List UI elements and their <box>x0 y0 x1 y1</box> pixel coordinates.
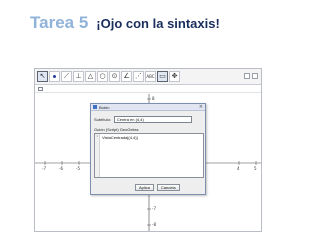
circle-tool-button[interactable]: ○ <box>97 71 108 82</box>
polygon-tool-button[interactable]: △ <box>85 71 96 82</box>
move-view-icon: ✥ <box>171 72 178 80</box>
dialog-title-bar[interactable]: Botón × <box>91 104 205 111</box>
cursor-arrow-icon: ↖ <box>39 72 46 80</box>
angle-icon: ∠ <box>123 72 130 80</box>
style-bar <box>35 86 261 93</box>
app-icon <box>93 105 97 109</box>
y-tick-label: -7 <box>152 206 156 211</box>
perpendicular-icon: ⊥ <box>75 72 82 80</box>
slide-title-label: Tarea 5 <box>30 13 89 32</box>
script-editor[interactable]: 1 VistaCentrada[(4,4)] <box>94 133 204 178</box>
slide-title: Tarea 5 ¡Ojo con la sintaxis! <box>30 13 220 35</box>
close-icon[interactable]: × <box>199 104 203 111</box>
button-dialog: Botón × Subtítulo: Centra en (4,4) Guión… <box>90 103 206 195</box>
point-icon <box>53 75 56 78</box>
perpendicular-tool-button[interactable]: ⊥ <box>73 71 84 82</box>
dialog-title: Botón <box>99 105 110 110</box>
move-tool-button[interactable]: ↖ <box>37 71 48 82</box>
slide-subtitle: ¡Ojo con la sintaxis! <box>96 16 220 31</box>
text-tool-label: ABC <box>146 74 155 79</box>
y-tick-label: 8 <box>152 96 155 101</box>
style-bar-toggle-icon[interactable] <box>38 87 43 91</box>
reflect-icon: ⋰ <box>135 72 142 80</box>
x-tick-label: -7 <box>42 166 46 171</box>
y-tick-label: -8 <box>152 222 156 227</box>
polygon-icon: △ <box>87 72 94 80</box>
toolbar: ↖ ⟋ ⊥ △ ○ ⊙ ∠ ⋰ ABC ▭ ✥ <box>35 69 261 85</box>
cancel-button[interactable]: Cancela <box>156 184 180 191</box>
x-tick-label: -5 <box>76 166 80 171</box>
caption-row: Subtítulo: Centra en (4,4) <box>94 116 192 123</box>
x-tick-label: 5 <box>254 166 257 171</box>
circle-icon: ○ <box>99 72 106 80</box>
caption-input[interactable]: Centra en (4,4) <box>113 116 192 123</box>
line-icon: ⟋ <box>64 72 69 80</box>
undo-icon[interactable] <box>244 73 250 79</box>
line-number-gutter: 1 <box>95 134 100 177</box>
button-tool-button[interactable]: ▭ <box>157 71 168 82</box>
reflect-tool-button[interactable]: ⋰ <box>133 71 144 82</box>
move-view-tool-button[interactable]: ✥ <box>169 71 180 82</box>
angle-tool-button[interactable]: ∠ <box>121 71 132 82</box>
text-tool-button[interactable]: ABC <box>145 71 156 82</box>
apply-button[interactable]: Aplica <box>135 184 154 191</box>
redo-icon[interactable] <box>252 73 258 79</box>
conic-tool-button[interactable]: ⊙ <box>109 71 120 82</box>
point-tool-button[interactable] <box>49 71 60 82</box>
window-controls <box>242 73 258 79</box>
x-tick-label: -6 <box>59 166 63 171</box>
button-widget-icon: ▭ <box>159 72 166 80</box>
x-tick-label: 4 <box>237 166 240 171</box>
script-label: Guión (Script) GeoGebra <box>94 127 139 132</box>
line-tool-button[interactable]: ⟋ <box>61 71 72 82</box>
script-code[interactable]: VistaCentrada[(4,4)] <box>102 135 138 140</box>
dialog-buttons: Aplica Cancela <box>135 184 183 191</box>
caption-label: Subtítulo: <box>94 117 111 122</box>
conic-icon: ⊙ <box>111 72 118 80</box>
